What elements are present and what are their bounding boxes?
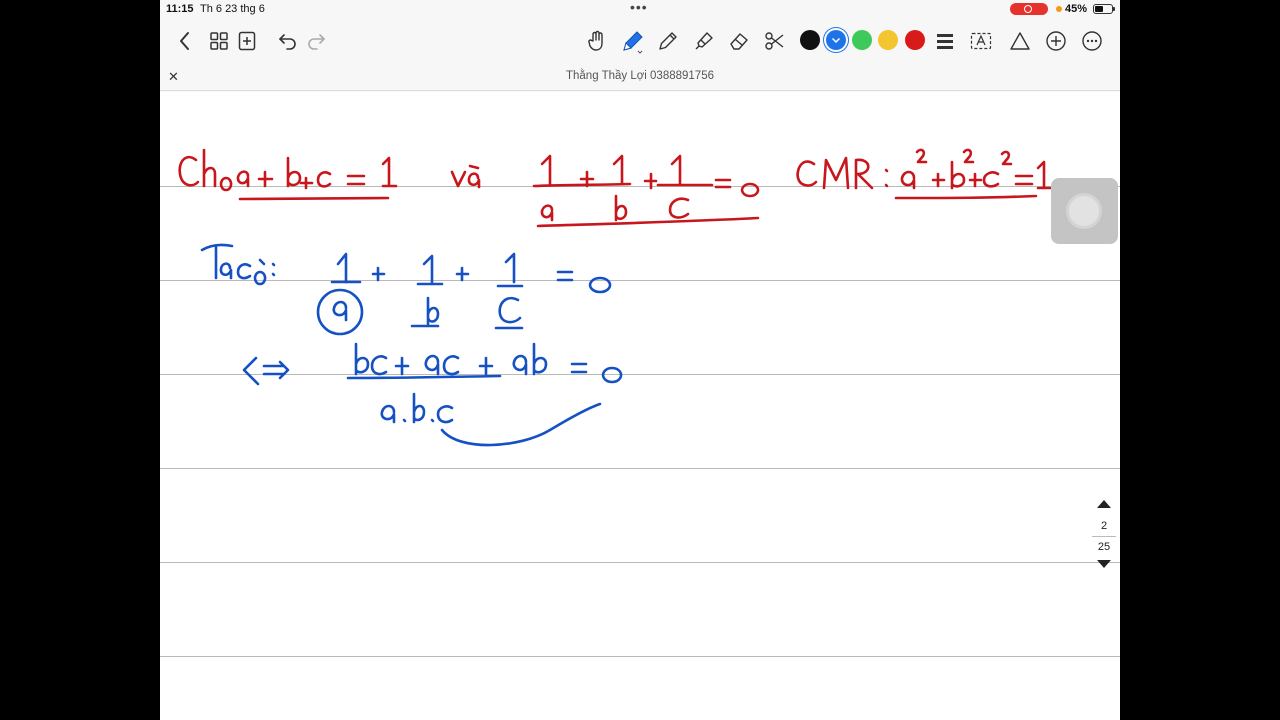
chevron-down-icon: [831, 37, 841, 44]
ipad-screen: 11:15 Th 6 23 thg 6 ••• 45% ✕ Thằng Thầy…: [160, 0, 1120, 720]
shapes-icon[interactable]: [1008, 28, 1032, 54]
redo-icon[interactable]: [305, 28, 327, 54]
add-page-icon[interactable]: [236, 28, 258, 54]
mic-indicator-icon: [1056, 6, 1062, 12]
line-width-icon[interactable]: [934, 28, 956, 54]
scissors-icon[interactable]: [763, 28, 787, 54]
total-pages-number: 25: [1097, 541, 1111, 553]
screen-recording-icon[interactable]: [1010, 3, 1048, 15]
page-up-icon[interactable]: [1097, 500, 1111, 508]
multitask-dots-icon[interactable]: •••: [630, 0, 650, 14]
status-time: 11:15: [166, 3, 194, 15]
more-icon[interactable]: [1080, 28, 1104, 54]
battery-percent: 45%: [1065, 3, 1088, 15]
color-blue-swatch[interactable]: [826, 30, 846, 50]
floating-pointer-button[interactable]: [1051, 178, 1118, 244]
pencil-icon[interactable]: [656, 28, 680, 54]
text-icon[interactable]: [969, 28, 993, 54]
undo-icon[interactable]: [277, 28, 299, 54]
document-title: Thằng Thầy Lợi 0388891756: [565, 70, 714, 82]
handwriting-ink: [178, 148, 1052, 447]
ink-line-1: [178, 148, 1052, 228]
hand-icon[interactable]: [586, 28, 608, 54]
battery-icon: [1093, 4, 1115, 14]
pager-divider: [1092, 536, 1116, 537]
pen-icon[interactable]: [620, 28, 646, 54]
color-red-swatch[interactable]: [905, 30, 925, 50]
color-yellow-swatch[interactable]: [878, 30, 898, 50]
thumbnails-icon[interactable]: [208, 28, 230, 54]
toolbar: [160, 18, 1120, 64]
ink-line-2: [200, 243, 612, 336]
current-page-number: 2: [1100, 520, 1108, 532]
status-bar: 11:15 Th 6 23 thg 6 ••• 45%: [160, 0, 1120, 18]
color-black-swatch[interactable]: [800, 30, 820, 50]
page-down-icon[interactable]: [1097, 560, 1111, 568]
eraser-icon[interactable]: [727, 28, 751, 54]
back-icon[interactable]: [176, 28, 194, 54]
ink-line-3: [242, 342, 623, 447]
color-green-swatch[interactable]: [852, 30, 872, 50]
document-title-bar: ✕ Thằng Thầy Lợi 0388891756: [160, 64, 1120, 91]
status-date: Th 6 23 thg 6: [200, 3, 265, 15]
page-navigator: 2 25: [1090, 498, 1118, 570]
highlighter-icon[interactable]: [692, 28, 716, 54]
add-icon[interactable]: [1044, 28, 1068, 54]
notebook-page[interactable]: 2 25: [160, 92, 1120, 720]
